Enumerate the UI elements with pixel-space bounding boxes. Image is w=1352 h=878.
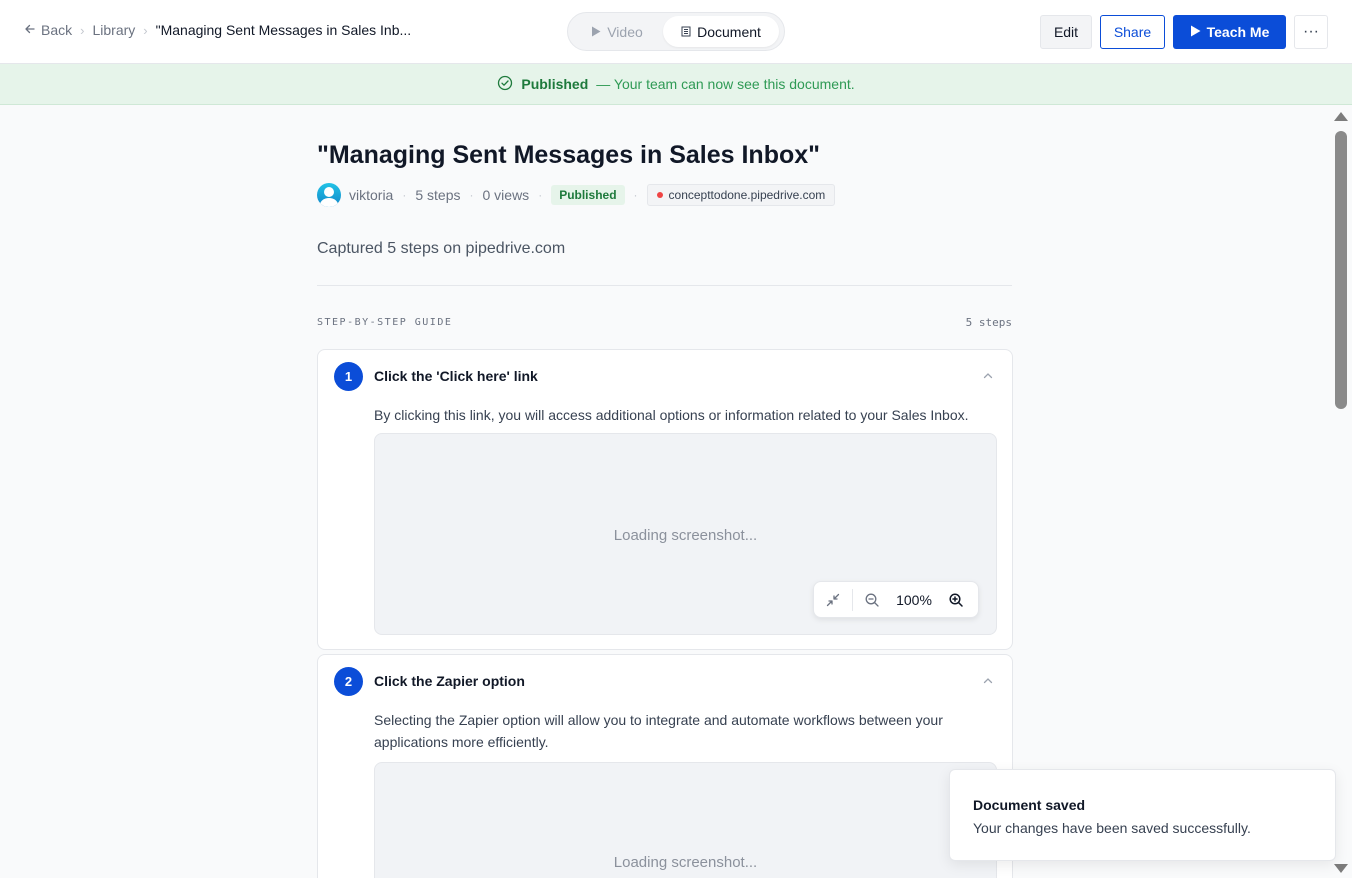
teach-me-button[interactable]: Teach Me [1173,15,1286,49]
breadcrumb-library[interactable]: Library [92,22,135,38]
step-title: Click the 'Click here' link [374,368,538,384]
step-screenshot: Loading screenshot... 100% [374,433,997,635]
video-tab-label: Video [607,23,643,40]
play-icon [591,24,601,40]
zoom-in-icon[interactable] [937,592,975,608]
step-card: 2 Click the Zapier option Selecting the … [317,654,1013,878]
steps-count: 5 steps [415,187,461,203]
step-description: Selecting the Zapier option will allow y… [374,712,943,750]
video-tab[interactable]: Video [571,16,663,47]
chevron-right-icon: › [80,22,85,38]
document-meta: viktoria · 5 steps · 0 views · Published… [317,183,836,207]
domain-badge: concepttodone.pipedrive.com [646,184,836,206]
step-number: 1 [334,362,363,391]
step-title: Click the Zapier option [374,673,525,689]
author-name: viktoria [349,187,394,203]
step-card: 1 Click the 'Click here' link By clickin… [317,349,1013,650]
share-button[interactable]: Share [1100,15,1165,49]
toast-title: Document saved [973,797,1086,813]
guide-count: 5 steps [965,316,1012,329]
scrollbar-thumb[interactable] [1335,131,1347,409]
zoom-out-icon[interactable] [853,592,891,608]
step-number: 2 [334,667,363,696]
step-screenshot: Loading screenshot... [374,762,997,878]
breadcrumb: Back › Library › "Managing Sent Messages… [24,22,411,38]
published-banner: Published — Your team can now see this d… [0,64,1352,105]
step-description: By clicking this link, you will access a… [374,407,969,423]
avatar [317,183,341,207]
check-circle-icon [497,75,513,94]
guide-label: STEP-BY-STEP GUIDE [317,317,453,328]
back-link[interactable]: Back [24,22,72,38]
status-badge: Published [551,185,625,205]
document-tab[interactable]: Document [663,16,779,47]
document-summary: Captured 5 steps on pipedrive.com [317,240,566,257]
back-label: Back [41,22,73,38]
more-icon: ··· [1303,23,1319,40]
divider [317,285,1012,286]
chevron-up-icon[interactable] [983,675,993,687]
zoom-controls: 100% [813,581,979,618]
banner-message: — Your team can now see this document. [596,76,855,92]
chevron-up-icon[interactable] [983,370,993,382]
domain-dot-icon [656,192,663,198]
toast-message: Your changes have been saved successfull… [973,820,1251,836]
top-bar: Back › Library › "Managing Sent Messages… [0,0,1352,64]
views-count: 0 views [482,187,530,203]
document-title: "Managing Sent Messages in Sales Inbox" [317,141,821,169]
breadcrumb-current: "Managing Sent Messages in Sales Inb... [155,22,412,38]
banner-status: Published [521,76,589,92]
collapse-icon[interactable] [814,592,852,608]
document-icon [681,24,691,40]
teach-me-label: Teach Me [1206,24,1270,40]
zoom-level: 100% [896,591,932,608]
loading-text: Loading screenshot... [613,854,758,871]
edit-button[interactable]: Edit [1040,15,1092,49]
more-options-button[interactable]: ··· [1294,15,1328,49]
domain-label: concepttodone.pipedrive.com [668,188,826,202]
arrow-left-icon [24,22,36,38]
play-icon [1190,24,1201,40]
view-toggle: Video Document [567,12,785,51]
scroll-down-arrow[interactable] [1334,864,1348,873]
scroll-up-arrow[interactable] [1334,112,1348,121]
loading-text: Loading screenshot... [613,527,758,544]
toast-notification: Document saved Your changes have been sa… [949,769,1336,861]
chevron-right-icon: › [143,22,148,38]
document-tab-label: Document [697,23,761,40]
